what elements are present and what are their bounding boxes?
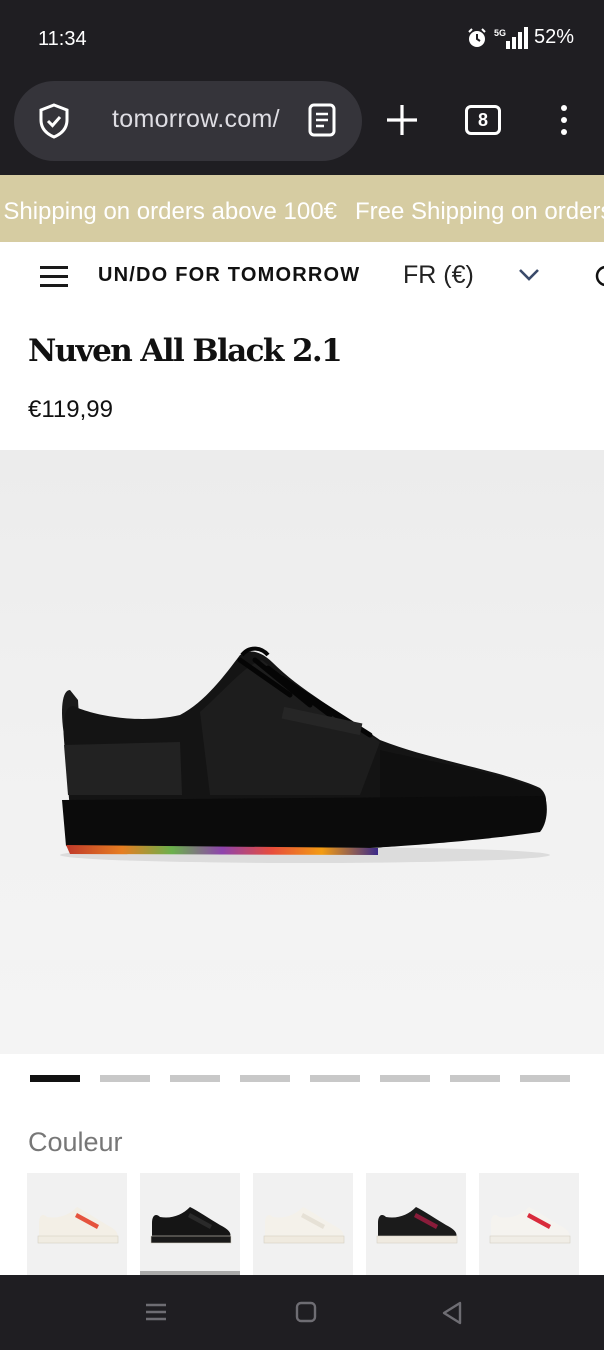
signal-icon: 5G <box>494 26 528 49</box>
url-text[interactable]: tomorrow.com/ <box>112 105 292 134</box>
carousel-dot[interactable] <box>450 1075 500 1082</box>
menu-icon[interactable] <box>40 266 68 288</box>
back-icon[interactable] <box>441 1301 463 1325</box>
swatch-sole <box>376 1235 458 1244</box>
color-label: Couleur <box>28 1127 123 1157</box>
site-header: UN/DO FOR TOMORROW FR (€) <box>0 242 604 312</box>
system-nav-bar <box>0 1275 604 1350</box>
carousel-dot[interactable] <box>170 1075 220 1082</box>
swatch-upper <box>265 1207 344 1237</box>
carousel-dot[interactable] <box>100 1075 150 1082</box>
color-swatches <box>27 1173 579 1275</box>
browser-toolbar: tomorrow.com/ 8 <box>0 80 604 175</box>
more-menu-button[interactable] <box>552 102 576 138</box>
swatch-thumbnail <box>376 1207 458 1244</box>
alarm-icon <box>468 27 486 47</box>
shield-icon[interactable] <box>38 103 70 139</box>
carousel-dot[interactable] <box>310 1075 360 1082</box>
carousel-indicators <box>30 1075 570 1082</box>
search-icon[interactable] <box>592 264 604 292</box>
color-swatch-black-white[interactable] <box>366 1173 466 1275</box>
swatch-thumbnail <box>263 1207 345 1244</box>
network-label: 5G <box>494 28 506 38</box>
sneaker-illustration <box>60 646 550 863</box>
color-swatch-white-red[interactable] <box>479 1173 579 1275</box>
product-title: Nuven All Black 2.1 <box>28 333 343 369</box>
carousel-dot[interactable] <box>520 1075 570 1082</box>
swatch-sole <box>150 1235 232 1244</box>
swatch-sole <box>37 1235 119 1244</box>
promo-marquee: ee Shipping on orders above 100€ Free Sh… <box>0 198 604 226</box>
swatch-sole <box>489 1235 571 1244</box>
swatch-upper <box>39 1207 118 1237</box>
swatch-upper <box>152 1207 231 1237</box>
color-swatch-all-black[interactable] <box>140 1173 240 1275</box>
new-tab-button[interactable] <box>384 102 420 138</box>
swatch-thumbnail <box>37 1207 119 1244</box>
color-swatch-white-multi[interactable] <box>27 1173 127 1275</box>
address-bar[interactable]: tomorrow.com/ <box>14 81 362 161</box>
carousel-dot[interactable] <box>240 1075 290 1082</box>
carousel-dot[interactable] <box>380 1075 430 1082</box>
swatch-upper <box>491 1207 570 1237</box>
recents-icon[interactable] <box>145 1301 167 1323</box>
reader-mode-icon[interactable] <box>308 103 336 137</box>
tab-switcher-button[interactable]: 8 <box>465 105 501 135</box>
locale-selector[interactable]: FR (€) <box>403 261 474 290</box>
status-time: 11:34 <box>38 28 87 50</box>
carousel-dot[interactable] <box>30 1075 80 1082</box>
home-icon[interactable] <box>295 1301 317 1323</box>
status-icons: 5G 52% <box>466 26 574 49</box>
swatch-thumbnail <box>489 1207 571 1244</box>
swatch-sole <box>263 1235 345 1244</box>
color-swatch-off-white[interactable] <box>253 1173 353 1275</box>
chevron-down-icon[interactable] <box>518 268 540 282</box>
product-image[interactable] <box>0 450 604 1054</box>
promo-banner: ee Shipping on orders above 100€ Free Sh… <box>0 175 604 242</box>
promo-text: ee Shipping on orders above 100€ <box>0 198 337 225</box>
swatch-thumbnail <box>150 1207 232 1244</box>
promo-text: Free Shipping on orders above 100€ <box>354 198 604 225</box>
swatch-upper <box>378 1207 457 1237</box>
brand-logo[interactable]: UN/DO FOR TOMORROW <box>98 264 360 287</box>
status-bar: 11:34 5G 52% <box>0 0 604 80</box>
battery-percent: 52% <box>533 26 574 48</box>
product-price: €119,99 <box>28 396 113 423</box>
